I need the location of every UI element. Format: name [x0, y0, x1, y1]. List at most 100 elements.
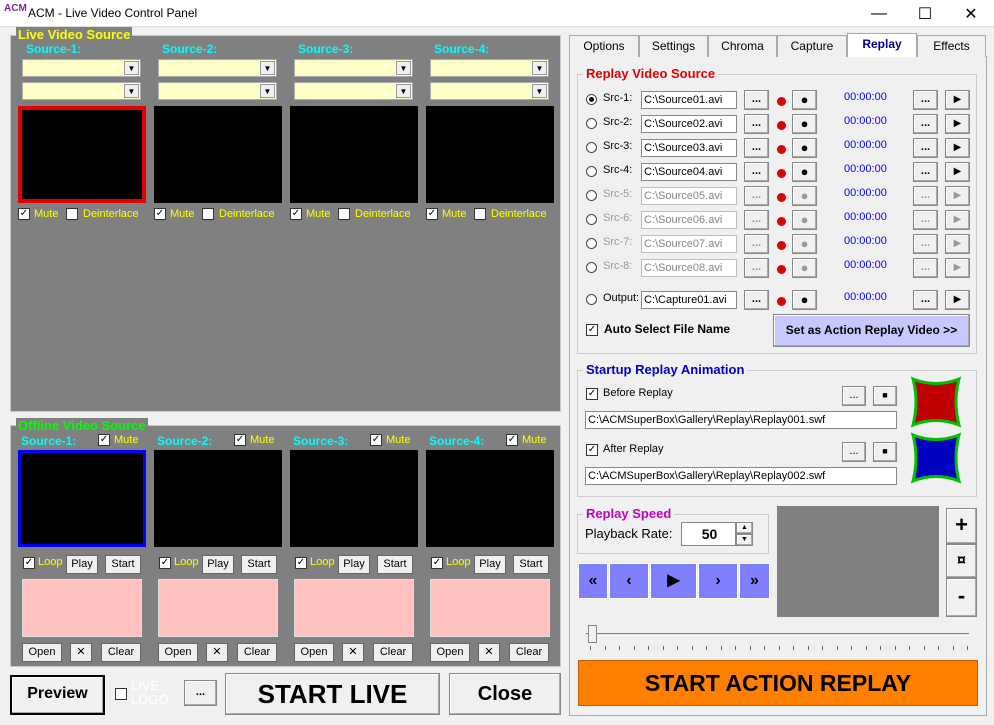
offline-clear-button[interactable]: Clear — [237, 643, 277, 662]
preview-button[interactable]: Preview — [10, 675, 105, 715]
replay-source-record-button[interactable]: ● — [792, 90, 817, 110]
live-source-format-select[interactable]: ▼ — [158, 82, 277, 100]
chevron-down-icon[interactable]: ▼ — [396, 84, 411, 98]
live-source-preview[interactable] — [154, 106, 282, 203]
offline-loop-checkbox[interactable]: ✓ — [295, 557, 307, 569]
chevron-down-icon[interactable]: ▼ — [532, 61, 547, 75]
playback-rate-up-button[interactable]: ▲ — [736, 522, 753, 534]
offline-playlist[interactable] — [22, 579, 142, 637]
replay-source-radio[interactable] — [586, 294, 597, 305]
replay-source-options-button[interactable]: ... — [913, 114, 938, 134]
replay-source-play-button[interactable]: ▶ — [945, 210, 970, 230]
replay-source-options-button[interactable]: ... — [913, 90, 938, 110]
offline-open-button[interactable]: Open — [22, 643, 62, 662]
replay-source-options-button[interactable]: ... — [913, 258, 938, 278]
before-browse-button[interactable]: ... — [842, 386, 866, 406]
chevron-down-icon[interactable]: ▼ — [260, 84, 275, 98]
live-source-device-select[interactable]: ▼ — [158, 59, 277, 77]
replay-source-record-button[interactable]: ● — [792, 210, 817, 230]
offline-play-button[interactable]: Play — [474, 555, 506, 574]
replay-source-radio[interactable] — [586, 262, 597, 273]
live-deinterlace-checkbox[interactable] — [66, 208, 78, 220]
after-replay-checkbox[interactable]: ✓ — [586, 444, 598, 456]
tab-options[interactable]: Options — [569, 35, 639, 57]
offline-open-button[interactable]: Open — [294, 643, 334, 662]
replay-source-file[interactable]: C:\Source08.avi — [641, 259, 737, 277]
forward-fast-button[interactable]: » — [739, 563, 770, 599]
replay-source-radio[interactable] — [586, 166, 597, 177]
replay-source-radio[interactable] — [586, 94, 597, 105]
offline-remove-icon[interactable]: ✕ — [342, 643, 364, 662]
offline-playlist[interactable] — [158, 579, 278, 637]
close-button[interactable]: Close — [449, 673, 561, 715]
replay-source-options-button[interactable]: ... — [913, 290, 938, 310]
offline-open-button[interactable]: Open — [158, 643, 198, 662]
replay-source-browse-button[interactable]: ... — [744, 258, 769, 278]
after-browse-button[interactable]: ... — [842, 442, 866, 462]
replay-source-browse-button[interactable]: ... — [744, 234, 769, 254]
live-logo-checkbox[interactable] — [115, 688, 127, 700]
offline-remove-icon[interactable]: ✕ — [70, 643, 92, 662]
replay-source-options-button[interactable]: ... — [913, 186, 938, 206]
replay-source-play-button[interactable]: ▶ — [945, 258, 970, 278]
before-stop-button[interactable]: ■ — [873, 386, 897, 406]
live-deinterlace-checkbox[interactable] — [202, 208, 214, 220]
maximize-button[interactable]: ☐ — [902, 0, 948, 27]
replay-source-radio[interactable] — [586, 190, 597, 201]
replay-source-record-button[interactable]: ● — [792, 162, 817, 182]
replay-source-play-button[interactable]: ▶ — [945, 138, 970, 158]
tab-settings[interactable]: Settings — [639, 35, 708, 57]
offline-play-button[interactable]: Play — [338, 555, 370, 574]
offline-source-preview[interactable] — [290, 450, 418, 547]
replay-source-play-button[interactable]: ▶ — [945, 290, 970, 310]
before-replay-file[interactable]: C:\ACMSuperBox\Gallery\Replay\Replay001.… — [585, 411, 897, 429]
before-replay-checkbox[interactable]: ✓ — [586, 388, 598, 400]
playback-rate-input[interactable]: 50 — [681, 522, 736, 546]
replay-source-options-button[interactable]: ... — [913, 234, 938, 254]
live-source-format-select[interactable]: ▼ — [294, 82, 413, 100]
offline-loop-checkbox[interactable]: ✓ — [431, 557, 443, 569]
playback-rate-down-button[interactable]: ▼ — [736, 534, 753, 546]
after-animation-preview-icon[interactable] — [907, 432, 965, 484]
zoom-in-button[interactable]: + — [946, 508, 977, 544]
replay-source-radio[interactable] — [586, 118, 597, 129]
replay-source-radio[interactable] — [586, 214, 597, 225]
offline-loop-checkbox[interactable]: ✓ — [159, 557, 171, 569]
live-source-device-select[interactable]: ▼ — [22, 59, 141, 77]
offline-clear-button[interactable]: Clear — [101, 643, 141, 662]
replay-position-thumb[interactable] — [588, 625, 597, 643]
chevron-down-icon[interactable]: ▼ — [532, 84, 547, 98]
offline-source-preview[interactable] — [154, 450, 282, 547]
chevron-down-icon[interactable]: ▼ — [124, 84, 139, 98]
live-deinterlace-checkbox[interactable] — [338, 208, 350, 220]
offline-mute-checkbox[interactable]: ✓ — [234, 434, 246, 446]
live-source-device-select[interactable]: ▼ — [430, 59, 549, 77]
offline-open-button[interactable]: Open — [430, 643, 470, 662]
replay-source-record-button[interactable]: ● — [792, 186, 817, 206]
live-mute-checkbox[interactable]: ✓ — [154, 208, 166, 220]
tab-effects[interactable]: Effects — [917, 35, 986, 57]
replay-source-file[interactable]: C:\Source03.avi — [641, 139, 737, 157]
replay-source-record-button[interactable]: ● — [792, 258, 817, 278]
offline-source-preview[interactable] — [18, 450, 146, 547]
before-animation-preview-icon[interactable] — [907, 376, 965, 428]
live-deinterlace-checkbox[interactable] — [474, 208, 486, 220]
close-window-button[interactable]: ✕ — [948, 0, 994, 27]
replay-source-play-button[interactable]: ▶ — [945, 114, 970, 134]
replay-source-play-button[interactable]: ▶ — [945, 234, 970, 254]
set-action-replay-button[interactable]: Set as Action Replay Video >> — [773, 314, 970, 347]
start-live-button[interactable]: START LIVE — [225, 673, 440, 715]
offline-playlist[interactable] — [430, 579, 550, 637]
replay-position-track[interactable] — [586, 633, 969, 636]
play-button[interactable]: ▶ — [650, 563, 697, 599]
offline-remove-icon[interactable]: ✕ — [478, 643, 500, 662]
live-logo-browse-button[interactable]: ... — [184, 680, 217, 706]
replay-source-radio[interactable] — [586, 142, 597, 153]
offline-start-button[interactable]: Start — [377, 555, 413, 574]
replay-source-radio[interactable] — [586, 238, 597, 249]
offline-source-preview[interactable] — [426, 450, 554, 547]
offline-playlist[interactable] — [294, 579, 414, 637]
replay-source-file[interactable]: C:\Source02.avi — [641, 115, 737, 133]
replay-source-file[interactable]: C:\Source01.avi — [641, 91, 737, 109]
live-source-format-select[interactable]: ▼ — [430, 82, 549, 100]
